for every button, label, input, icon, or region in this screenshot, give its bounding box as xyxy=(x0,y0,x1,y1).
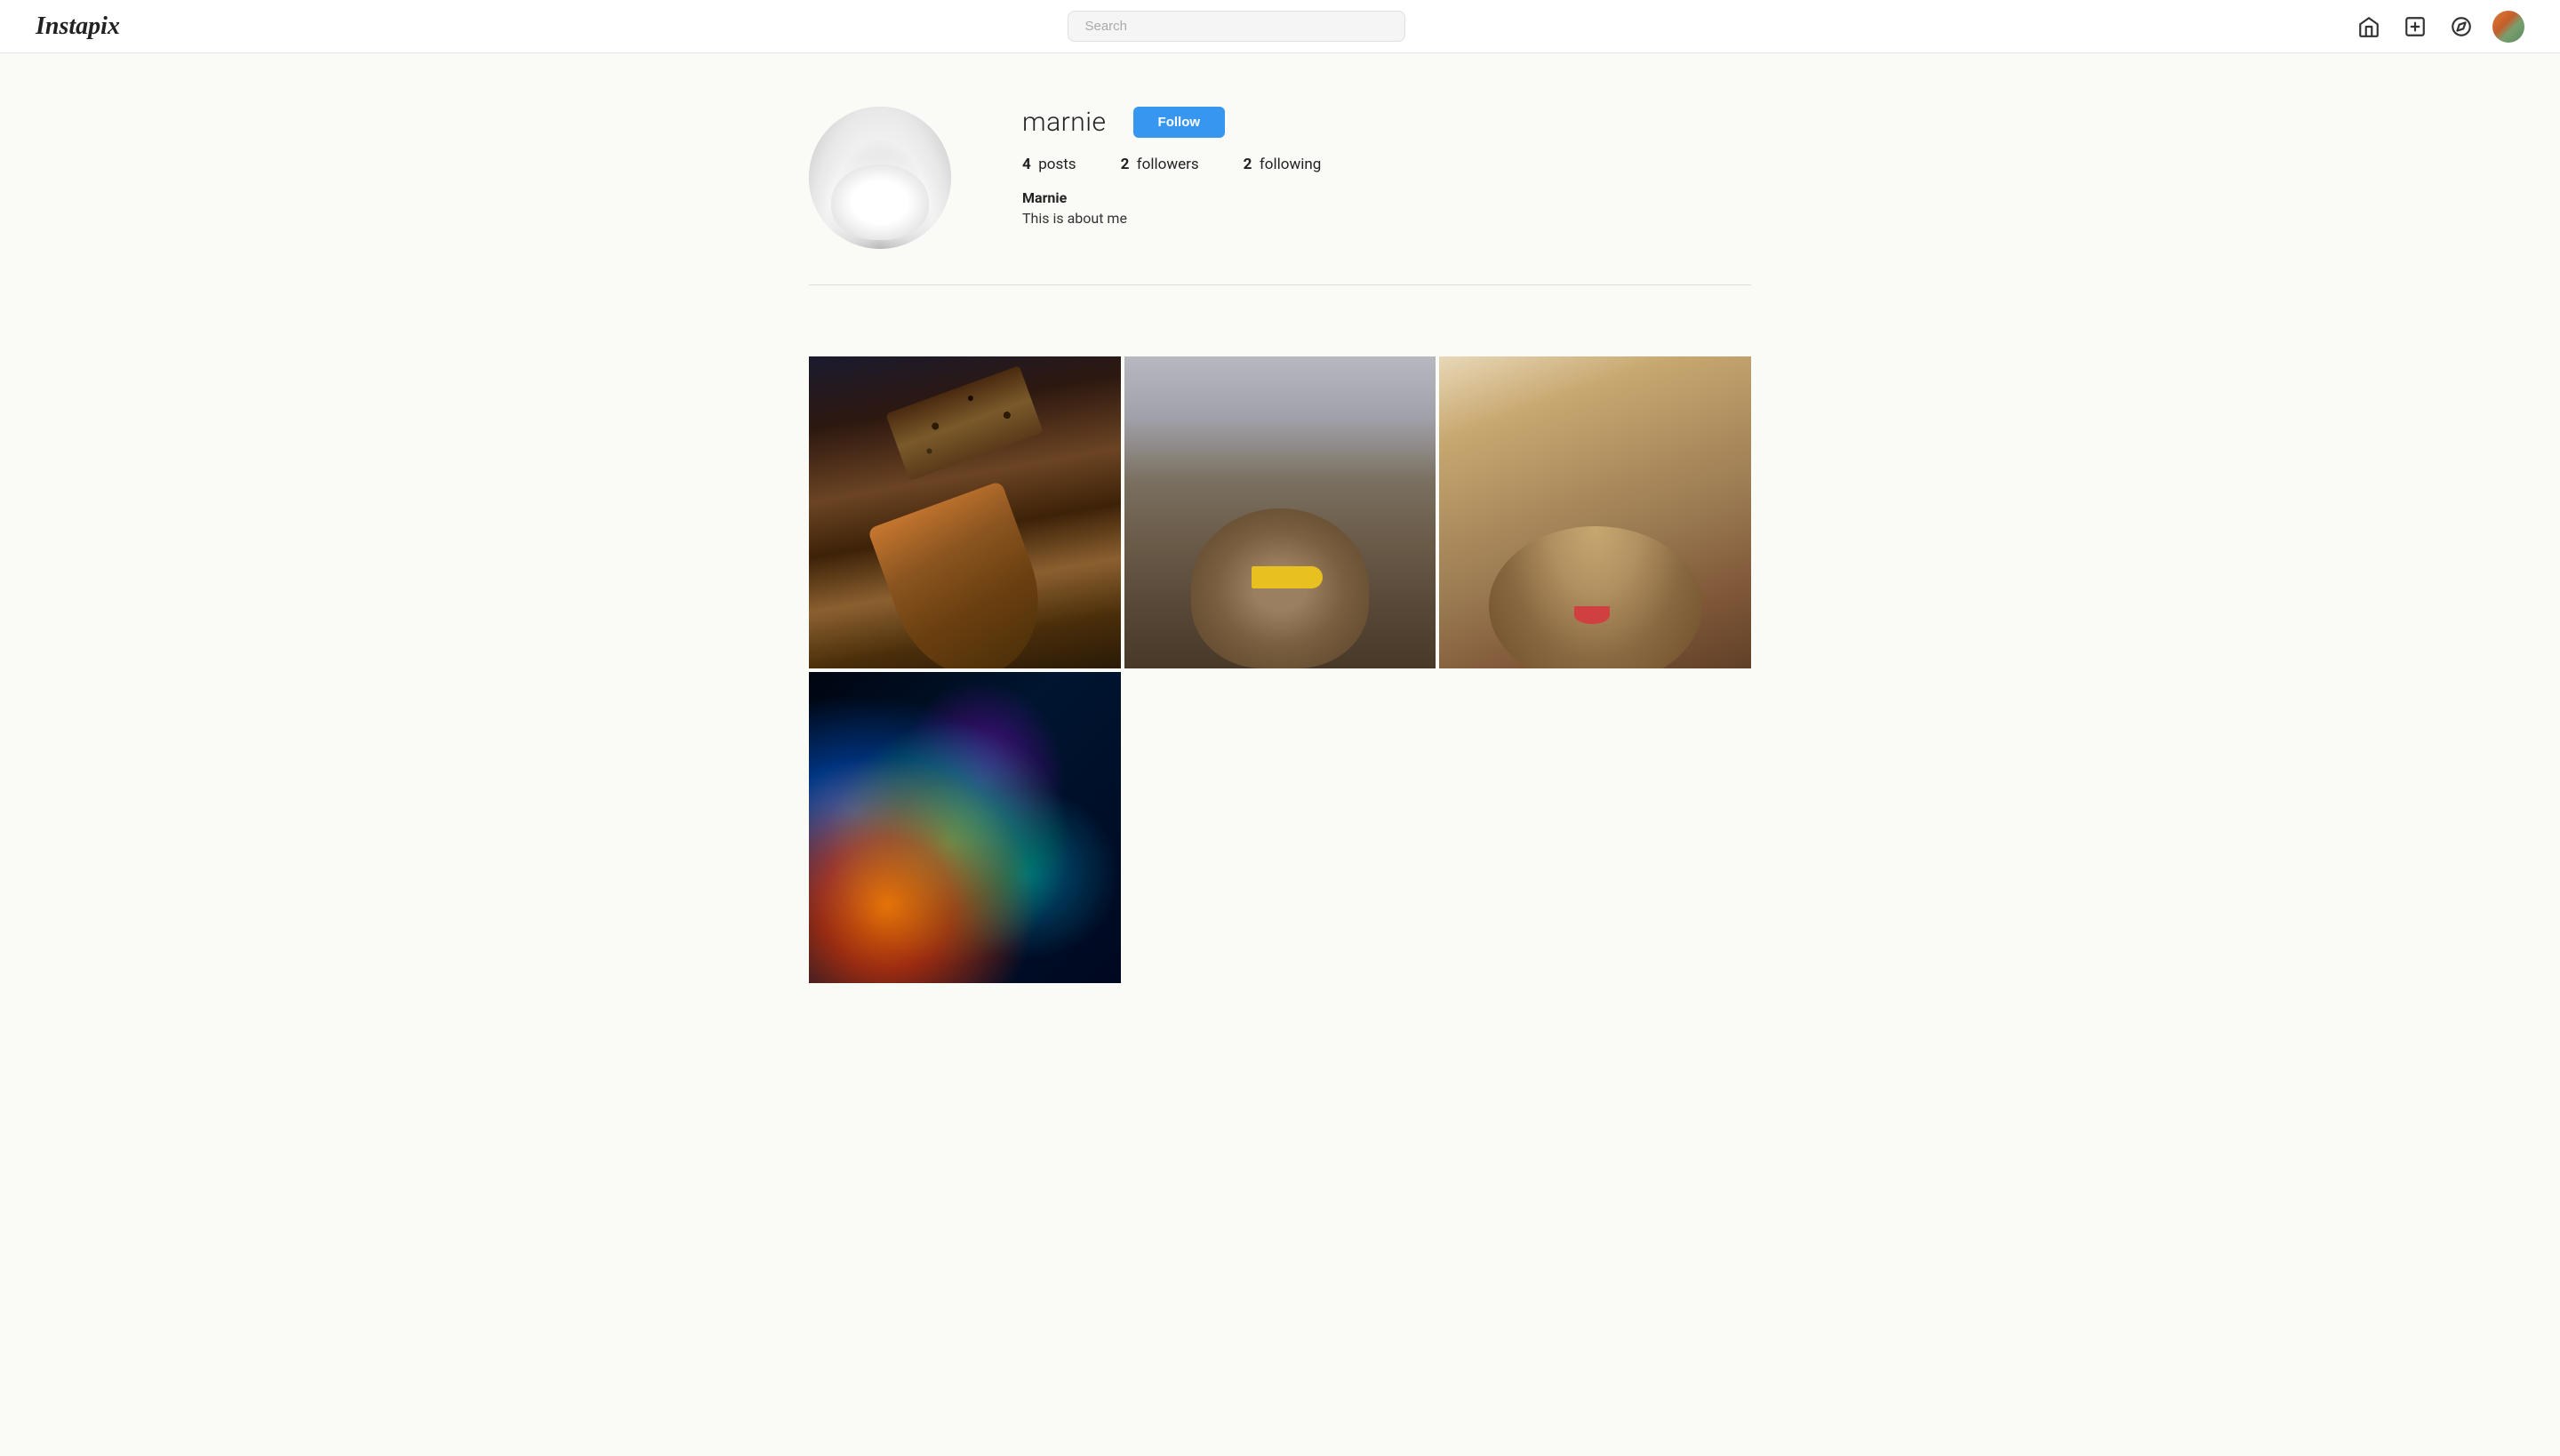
posts-stat: 4 posts xyxy=(1022,156,1076,173)
follow-button[interactable]: Follow xyxy=(1133,107,1226,138)
post-image-waffle xyxy=(809,356,1121,668)
search-input[interactable] xyxy=(1068,11,1405,42)
followers-label: followers xyxy=(1137,156,1199,173)
avatar-image xyxy=(809,107,951,249)
post-item[interactable] xyxy=(1124,356,1436,668)
profile-display-name: Marnie xyxy=(1022,189,1751,206)
profile-header: marnie Follow 4 posts 2 followers 2 foll… xyxy=(809,107,1751,285)
plus-square-icon xyxy=(2404,15,2427,38)
post-item[interactable] xyxy=(1439,356,1751,668)
user-avatar[interactable] xyxy=(2492,11,2524,43)
posts-count: 4 xyxy=(1022,156,1031,173)
profile-stats: 4 posts 2 followers 2 following xyxy=(1022,156,1751,173)
profile-container: marnie Follow 4 posts 2 followers 2 foll… xyxy=(791,53,1769,321)
add-post-button[interactable] xyxy=(2400,12,2430,42)
dog-body xyxy=(831,164,929,240)
app-logo[interactable]: Instapix xyxy=(36,12,120,41)
post-image-dog xyxy=(1124,356,1436,668)
profile-info: marnie Follow 4 posts 2 followers 2 foll… xyxy=(1022,107,1751,227)
nav-icons xyxy=(2354,11,2524,43)
navbar: Instapix xyxy=(0,0,2560,53)
post-image-lights xyxy=(809,672,1121,984)
explore-button[interactable] xyxy=(2446,12,2476,42)
home-button[interactable] xyxy=(2354,12,2384,42)
following-label: following xyxy=(1260,156,1321,173)
post-item[interactable] xyxy=(809,672,1121,984)
posts-grid xyxy=(791,356,1769,983)
post-item[interactable] xyxy=(809,356,1121,668)
profile-bio: This is about me xyxy=(1022,210,1751,227)
search-container xyxy=(1068,11,1405,42)
following-count: 2 xyxy=(1244,156,1252,173)
profile-username: marnie xyxy=(1022,107,1107,138)
followers-count: 2 xyxy=(1121,156,1130,173)
profile-avatar xyxy=(809,107,951,249)
profile-top-row: marnie Follow xyxy=(1022,107,1751,138)
posts-label: posts xyxy=(1038,156,1076,173)
profile-avatar-wrap xyxy=(809,107,951,249)
following-stat[interactable]: 2 following xyxy=(1244,156,1322,173)
post-image-pug xyxy=(1439,356,1751,668)
followers-stat[interactable]: 2 followers xyxy=(1121,156,1199,173)
home-icon xyxy=(2357,15,2380,38)
compass-icon xyxy=(2450,15,2473,38)
